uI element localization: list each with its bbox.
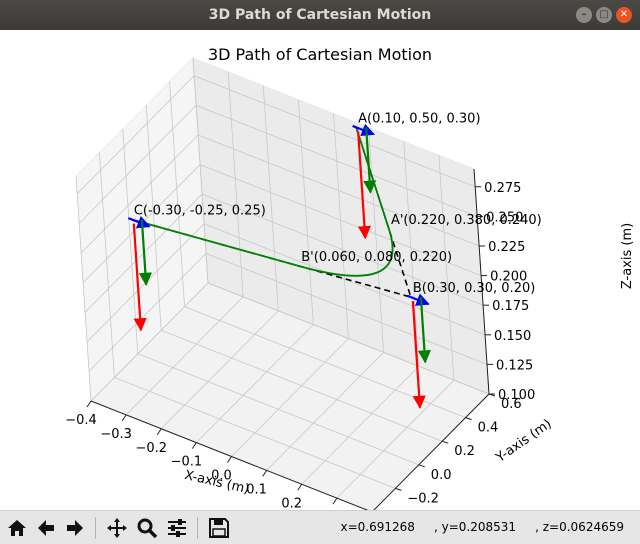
y-axis-label: Y-axis (m) — [493, 417, 555, 467]
z-tick-label: 0.150 — [494, 329, 531, 344]
configure-subplots-button[interactable] — [164, 515, 190, 541]
y-tick-mark — [418, 464, 425, 468]
toolbar-separator — [197, 517, 198, 539]
z-tick-label: 0.100 — [498, 388, 535, 403]
back-button[interactable] — [33, 515, 59, 541]
point-label: A(0.10, 0.50, 0.30) — [358, 111, 480, 126]
minimize-icon: – — [581, 9, 587, 20]
y-tick-label: 0.2 — [454, 444, 475, 459]
configure-subplots-icon — [168, 519, 186, 537]
maximize-icon: □ — [599, 9, 609, 20]
y-tick-label: 0.4 — [478, 421, 499, 436]
y-tick-mark — [442, 440, 449, 444]
close-button[interactable]: ✕ — [616, 7, 632, 23]
x-tick-mark — [121, 414, 127, 422]
window-titlebar: 3D Path of Cartesian Motion – □ ✕ — [0, 0, 640, 30]
home-button[interactable] — [4, 515, 30, 541]
z-tick-label: 0.125 — [496, 358, 533, 373]
x-tick-mark — [227, 456, 232, 463]
x-tick-label: −0.4 — [65, 413, 97, 428]
y-tick-mark — [395, 487, 402, 491]
point-label: B(0.30, 0.30, 0.20) — [413, 281, 535, 296]
x-tick-mark — [191, 442, 197, 449]
x-tick-mark — [156, 428, 162, 436]
cursor-coordinates: x=0.691268 , y=0.208531 , z=0.0624659 — [340, 520, 624, 534]
save-icon — [209, 518, 229, 538]
minimize-button[interactable]: – — [576, 7, 592, 23]
point-label: A'(0.220, 0.380, 0.240) — [391, 213, 542, 228]
x-tick-mark — [262, 470, 268, 477]
close-icon: ✕ — [619, 9, 629, 20]
z-tick-label: 0.225 — [488, 240, 525, 255]
chart-title: 3D Path of Cartesian Motion — [208, 45, 432, 64]
point-label: B'(0.060, 0.080, 0.220) — [301, 250, 452, 265]
zoom-icon — [137, 518, 158, 539]
navigation-toolbar: x=0.691268 , y=0.208531 , z=0.0624659 — [0, 510, 640, 544]
zoom-button[interactable] — [134, 515, 160, 541]
x-tick-mark — [332, 497, 338, 505]
back-arrow-icon — [38, 520, 54, 536]
pan-button[interactable] — [104, 515, 130, 541]
y-tick-mark — [465, 417, 472, 421]
x-tick-mark — [86, 400, 92, 408]
x-tick-label: −0.2 — [135, 441, 167, 456]
y-tick-label: −0.2 — [407, 491, 439, 506]
maximize-button[interactable]: □ — [596, 7, 612, 23]
home-icon — [8, 520, 26, 536]
chart-3d[interactable]: 3D Path of Cartesian Motion −0.4−0.3−0.2… — [0, 30, 640, 539]
window-title: 3D Path of Cartesian Motion — [208, 7, 432, 23]
z-axis-label: Z-axis (m) — [620, 223, 635, 289]
forward-arrow-icon — [67, 520, 83, 536]
plot-area[interactable]: 3D Path of Cartesian Motion −0.4 −0.3 −0.2… — [0, 30, 640, 539]
z-tick-label: 0.275 — [484, 181, 521, 196]
x-tick-label: −0.3 — [100, 427, 132, 442]
y-tick-label: 0.0 — [431, 468, 452, 483]
z-tick-label: 0.175 — [492, 299, 529, 314]
pan-icon — [107, 518, 127, 538]
forward-button[interactable] — [62, 515, 88, 541]
save-button[interactable] — [206, 515, 232, 541]
toolbar-separator — [95, 517, 96, 539]
x-tick-mark — [297, 483, 303, 491]
point-label: C(-0.30, -0.25, 0.25) — [134, 204, 266, 219]
x-tick-label: 0.2 — [281, 496, 302, 510]
